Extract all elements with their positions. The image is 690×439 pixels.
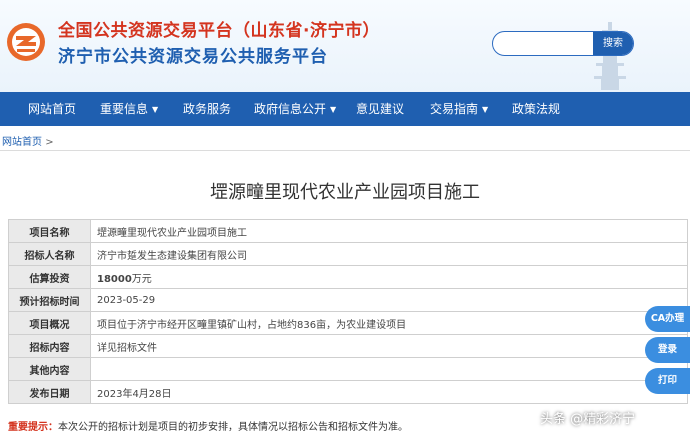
search-box: 搜索 xyxy=(492,31,634,56)
login-button[interactable]: 登录 xyxy=(645,337,690,363)
row-value xyxy=(90,357,688,381)
source-watermark: 头条 @精彩济宁 xyxy=(540,412,636,427)
table-row: 招标内容 详见招标文件 xyxy=(8,334,688,358)
investment-amount: 18000 xyxy=(97,273,132,285)
notice-text: 本次公开的招标计划是项目的初步安排，具体情况以招标公告和招标文件为准。 xyxy=(58,422,408,433)
investment-unit: 万元 xyxy=(131,273,152,285)
notice-label: 重要提示： xyxy=(8,422,58,433)
main-nav: 网站首页 重要信息 ▼ 政务服务 政府信息公开 ▼ 意见建议 交易指南 ▼ 政策法规 xyxy=(0,92,690,126)
breadcrumb: 网站首页 > xyxy=(2,133,54,148)
row-value: 详见招标文件 xyxy=(90,334,688,358)
nav-item-trade-guide[interactable]: 交易指南 ▼ xyxy=(430,92,488,126)
breadcrumb-home-link[interactable]: 网站首页 xyxy=(2,137,42,148)
table-row: 项目名称 堽源疃里现代农业产业园项目施工 xyxy=(8,219,688,243)
row-value: 18000万元 xyxy=(90,265,688,289)
table-row: 其他内容 xyxy=(8,357,688,381)
nav-item-policy[interactable]: 政策法规 xyxy=(512,92,560,126)
platform-title: 全国公共资源交易平台（山东省·济宁市） xyxy=(58,21,380,41)
table-row: 招标人名称 济宁市踅发生态建设集团有限公司 xyxy=(8,242,688,266)
page-title: 堽源疃里现代农业产业园项目施工 xyxy=(210,182,480,203)
nav-item-gov-info[interactable]: 政府信息公开 ▼ xyxy=(254,92,336,126)
table-row: 预计招标时间 2023-05-29 xyxy=(8,288,688,312)
search-input[interactable] xyxy=(493,32,597,55)
nav-item-feedback[interactable]: 意见建议 xyxy=(356,92,404,126)
row-value: 2023年4月28日 xyxy=(90,380,688,404)
nav-item-important-info[interactable]: 重要信息 ▼ xyxy=(100,92,158,126)
platform-logo-icon xyxy=(7,23,45,61)
row-value: 2023-05-29 xyxy=(90,288,688,312)
platform-subtitle: 济宁市公共资源交易公共服务平台 xyxy=(58,47,328,67)
ca-service-button[interactable]: CA办理 xyxy=(645,306,690,332)
row-label: 招标内容 xyxy=(8,334,91,358)
chevron-down-icon: ▼ xyxy=(482,105,489,114)
search-button[interactable]: 搜索 xyxy=(593,32,633,55)
project-info-table: 项目名称 堽源疃里现代农业产业园项目施工 招标人名称 济宁市踅发生态建设集团有限… xyxy=(8,219,688,404)
row-label: 预计招标时间 xyxy=(8,288,91,312)
table-row: 项目概况 项目位于济宁市经开区疃里镇矿山村，占地约836亩，为农业建设项目 xyxy=(8,311,688,335)
row-value: 济宁市踅发生态建设集团有限公司 xyxy=(90,242,688,266)
table-row: 发布日期 2023年4月28日 xyxy=(8,380,688,404)
table-row: 估算投资 18000万元 xyxy=(8,265,688,289)
row-label: 招标人名称 xyxy=(8,242,91,266)
print-button[interactable]: 打印 xyxy=(645,368,690,394)
row-label: 发布日期 xyxy=(8,380,91,404)
row-value: 项目位于济宁市经开区疃里镇矿山村，占地约836亩，为农业建设项目 xyxy=(90,311,688,335)
row-label: 其他内容 xyxy=(8,357,91,381)
row-value: 堽源疃里现代农业产业园项目施工 xyxy=(90,219,688,243)
nav-item-home[interactable]: 网站首页 xyxy=(28,92,76,126)
chevron-down-icon: ▼ xyxy=(330,105,337,114)
important-notice: 重要提示：本次公开的招标计划是项目的初步安排，具体情况以招标公告和招标文件为准。 xyxy=(8,418,408,433)
site-header: 全国公共资源交易平台（山东省·济宁市） 济宁市公共资源交易公共服务平台 搜索 xyxy=(0,0,690,92)
divider xyxy=(0,150,690,151)
row-label: 估算投资 xyxy=(8,265,91,289)
breadcrumb-separator: > xyxy=(45,137,54,148)
nav-item-gov-services[interactable]: 政务服务 xyxy=(183,92,231,126)
row-label: 项目名称 xyxy=(8,219,91,243)
row-label: 项目概况 xyxy=(8,311,91,335)
chevron-down-icon: ▼ xyxy=(152,105,159,114)
